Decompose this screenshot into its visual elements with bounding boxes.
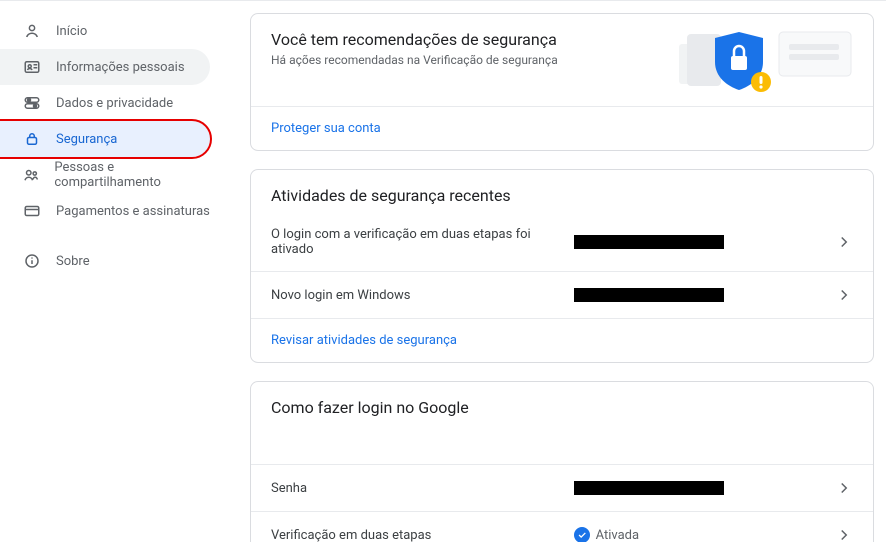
sidebar-item-label: Informações pessoais [56, 60, 185, 75]
sidebar-item-home[interactable]: Início [0, 13, 210, 49]
sidebar-item-label: Sobre [56, 254, 90, 269]
activities-list: O login com a verificação em duas etapas… [251, 213, 873, 318]
row-value [574, 481, 835, 495]
signin-card: Como fazer login no Google Senha Verific… [250, 381, 874, 542]
sidebar-item-about[interactable]: Sobre [0, 243, 210, 279]
card-title: Você tem recomendações de segurança [271, 30, 853, 49]
row-label: Verificação em duas etapas [271, 528, 574, 542]
redacted-value [574, 481, 724, 495]
chevron-right-icon [835, 526, 853, 542]
sidebar-item-label: Pagamentos e assinaturas [56, 204, 210, 219]
lock-icon [22, 129, 42, 149]
review-activities-link[interactable]: Revisar atividades de segurança [251, 318, 873, 362]
recent-activities-card: Atividades de segurança recentes O login… [250, 169, 874, 363]
sidebar-item-payments[interactable]: Pagamentos e assinaturas [0, 193, 210, 229]
info-icon [22, 251, 42, 271]
row-label: Senha [271, 481, 574, 496]
two-step-row[interactable]: Verificação em duas etapas Ativada [251, 511, 873, 542]
activity-value [574, 288, 835, 302]
sidebar-item-data-privacy[interactable]: Dados e privacidade [0, 85, 210, 121]
recommendations-card: Você tem recomendações de segurança Há a… [250, 13, 874, 151]
card-subtitle: Há ações recomendadas na Verificação de … [271, 53, 853, 67]
home-icon [22, 21, 42, 41]
sidebar-item-people-sharing[interactable]: Pessoas e compartilhamento [0, 157, 210, 193]
check-icon [574, 527, 590, 542]
chevron-right-icon [835, 286, 853, 304]
activity-row[interactable]: Novo login em Windows [251, 271, 873, 318]
password-row[interactable]: Senha [251, 464, 873, 511]
toggle-icon [22, 93, 42, 113]
activity-label: O login com a verificação em duas etapas… [271, 227, 574, 257]
activity-row[interactable]: O login com a verificação em duas etapas… [251, 213, 873, 271]
sidebar-item-label: Pessoas e compartilhamento [54, 160, 210, 190]
sidebar-item-label: Dados e privacidade [56, 96, 173, 111]
chevron-right-icon [835, 479, 853, 497]
sidebar: Início Informações pessoais Dados e priv… [0, 1, 250, 542]
chevron-right-icon [835, 233, 853, 251]
protect-account-link[interactable]: Proteger sua conta [251, 106, 873, 150]
card-title: Como fazer login no Google [251, 382, 873, 464]
id-card-icon [22, 57, 42, 77]
sidebar-item-label: Segurança [56, 132, 117, 147]
sidebar-item-personal-info[interactable]: Informações pessoais [0, 49, 210, 85]
card-header: Você tem recomendações de segurança Há a… [251, 14, 873, 106]
sidebar-item-label: Início [56, 24, 87, 39]
row-value-text: Ativada [596, 528, 639, 542]
row-value: Ativada [574, 527, 835, 542]
sidebar-item-security[interactable]: Segurança [0, 121, 210, 157]
redacted-value [574, 235, 724, 249]
activity-value [574, 235, 835, 249]
redacted-value [574, 288, 724, 302]
credit-card-icon [22, 201, 42, 221]
people-icon [22, 165, 40, 185]
main-content: Você tem recomendações de segurança Há a… [250, 1, 886, 542]
card-title: Atividades de segurança recentes [251, 170, 873, 213]
activity-label: Novo login em Windows [271, 288, 574, 303]
